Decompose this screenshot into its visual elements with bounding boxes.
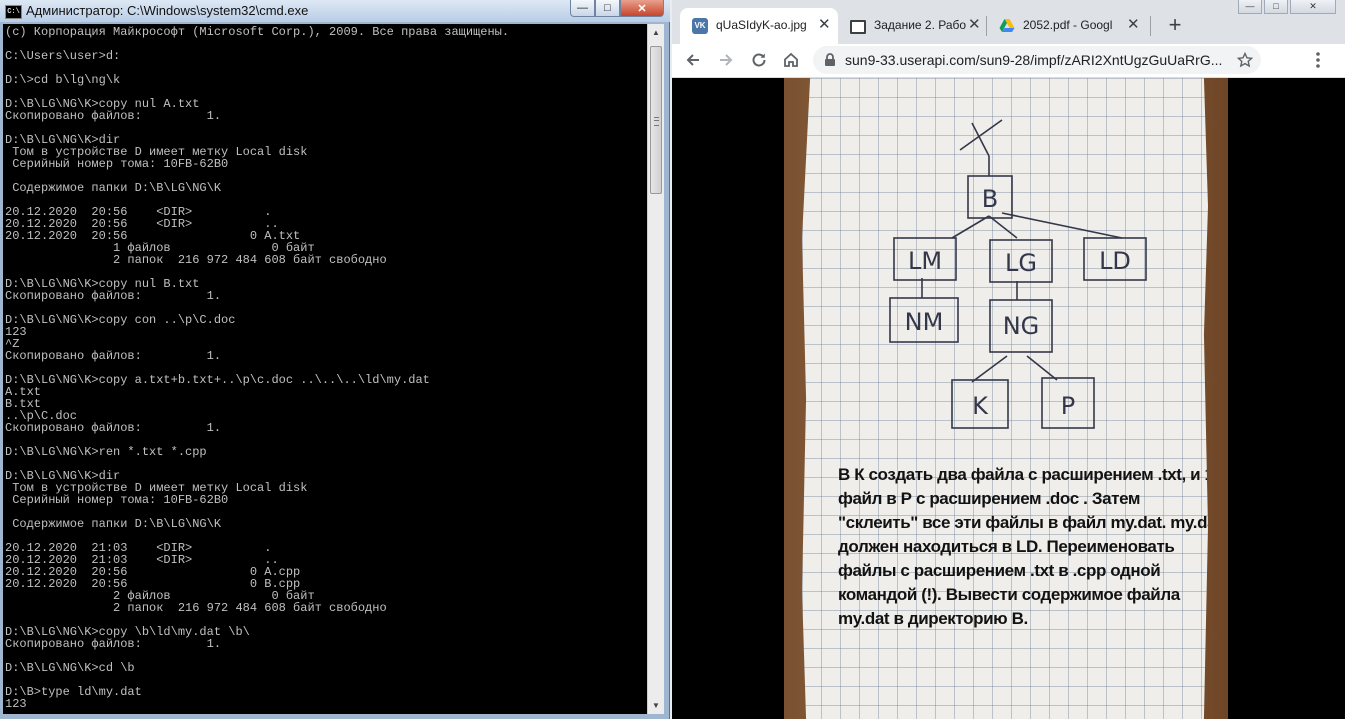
tree-node-label: B bbox=[982, 185, 998, 213]
cmd-app-icon[interactable]: C:\ bbox=[5, 5, 22, 19]
address-bar[interactable]: sun9-33.userapi.com/sun9-28/impf/zARI2Xn… bbox=[813, 46, 1261, 74]
bookmark-star-icon[interactable] bbox=[1237, 52, 1253, 68]
scroll-up-arrow-icon[interactable]: ▲ bbox=[648, 24, 664, 41]
browser-minimize-button[interactable]: — bbox=[1238, 0, 1262, 14]
tree-node-label: LD bbox=[1099, 247, 1131, 275]
tab-label: 2052.pdf - Googl bbox=[1023, 18, 1113, 32]
tree-node-label: LG bbox=[1005, 249, 1037, 277]
cmd-window-controls: — □ ✕ bbox=[570, 0, 664, 17]
tab-image[interactable]: VK qUaSIdyK-ao.jpg ✕ bbox=[680, 8, 838, 44]
cmd-titlebar[interactable]: C:\ Администратор: C:\Windows\system32\c… bbox=[0, 0, 670, 22]
browser-toolbar: sun9-33.userapi.com/sun9-28/impf/zARI2Xn… bbox=[672, 44, 1345, 78]
new-tab-button[interactable]: + bbox=[1161, 11, 1189, 39]
tree-node-label: NG bbox=[1003, 312, 1040, 340]
close-icon[interactable]: ✕ bbox=[818, 17, 831, 33]
tab-assignment[interactable]: Задание 2. Рабо ✕ bbox=[838, 8, 986, 44]
tree-node-label: LM bbox=[908, 247, 942, 275]
task-photo[interactable]: B LM LG LD NM NG K P В К создать два фай… bbox=[784, 78, 1228, 719]
lock-icon[interactable] bbox=[824, 53, 836, 67]
cmd-maximize-button[interactable]: □ bbox=[595, 0, 620, 17]
tab-strip: VK qUaSIdyK-ao.jpg ✕ Задание 2. Рабо ✕ 2… bbox=[672, 0, 1345, 44]
more-vertical-icon bbox=[1316, 52, 1320, 68]
home-button[interactable] bbox=[779, 48, 803, 72]
google-drive-icon bbox=[999, 19, 1015, 32]
cmd-window: C:\ Администратор: C:\Windows\system32\c… bbox=[0, 0, 670, 719]
tab-label: qUaSIdyK-ao.jpg bbox=[716, 18, 807, 32]
browser-maximize-button[interactable]: □ bbox=[1264, 0, 1288, 14]
tree-node-label: P bbox=[1061, 392, 1075, 420]
browser-menu-button[interactable] bbox=[1306, 48, 1330, 72]
tree-node-label: K bbox=[972, 392, 989, 420]
browser-close-button[interactable]: ✕ bbox=[1290, 0, 1336, 14]
url-text: sun9-33.userapi.com/sun9-28/impf/zARI2Xn… bbox=[845, 52, 1223, 68]
cmd-minimize-button[interactable]: — bbox=[570, 0, 595, 17]
scroll-down-arrow-icon[interactable]: ▼ bbox=[648, 697, 664, 714]
directory-tree-diagram: B LM LG LD NM NG K P bbox=[889, 119, 1147, 429]
home-icon bbox=[784, 52, 798, 67]
grid-paper: B LM LG LD NM NG K P В К создать два фай… bbox=[802, 78, 1208, 719]
forward-arrow-icon bbox=[720, 54, 733, 66]
reload-icon bbox=[752, 53, 766, 67]
vk-icon: VK bbox=[692, 18, 708, 34]
back-arrow-icon bbox=[686, 54, 699, 66]
cmd-console[interactable]: (c) Корпорация Майкрософт (Microsoft Cor… bbox=[3, 24, 647, 714]
close-icon[interactable]: ✕ bbox=[968, 17, 981, 33]
browser-window: VK qUaSIdyK-ao.jpg ✕ Задание 2. Рабо ✕ 2… bbox=[672, 0, 1345, 719]
task-description: В К создать два файла с расширением .txt… bbox=[838, 465, 1222, 628]
tab-pdf[interactable]: 2052.pdf - Googl ✕ bbox=[987, 8, 1147, 44]
cmd-scrollbar-thumb[interactable] bbox=[650, 46, 662, 194]
cmd-window-title: Администратор: C:\Windows\system32\cmd.e… bbox=[26, 3, 309, 18]
image-viewer: B LM LG LD NM NG K P В К создать два фай… bbox=[672, 78, 1345, 719]
tab-separator bbox=[1150, 16, 1151, 36]
back-button[interactable] bbox=[681, 48, 705, 72]
cmd-scrollbar[interactable]: ▲ ▼ bbox=[647, 24, 664, 714]
forward-button[interactable] bbox=[714, 48, 738, 72]
tab-label: Задание 2. Рабо bbox=[874, 18, 966, 32]
grip-icon bbox=[654, 117, 659, 126]
cmd-close-button[interactable]: ✕ bbox=[620, 0, 664, 17]
classroom-icon bbox=[850, 20, 866, 34]
tree-node-label: NM bbox=[905, 308, 944, 336]
close-icon[interactable]: ✕ bbox=[1127, 17, 1140, 33]
cmd-console-output: (c) Корпорация Майкрософт (Microsoft Cor… bbox=[5, 25, 510, 711]
reload-button[interactable] bbox=[747, 48, 771, 72]
